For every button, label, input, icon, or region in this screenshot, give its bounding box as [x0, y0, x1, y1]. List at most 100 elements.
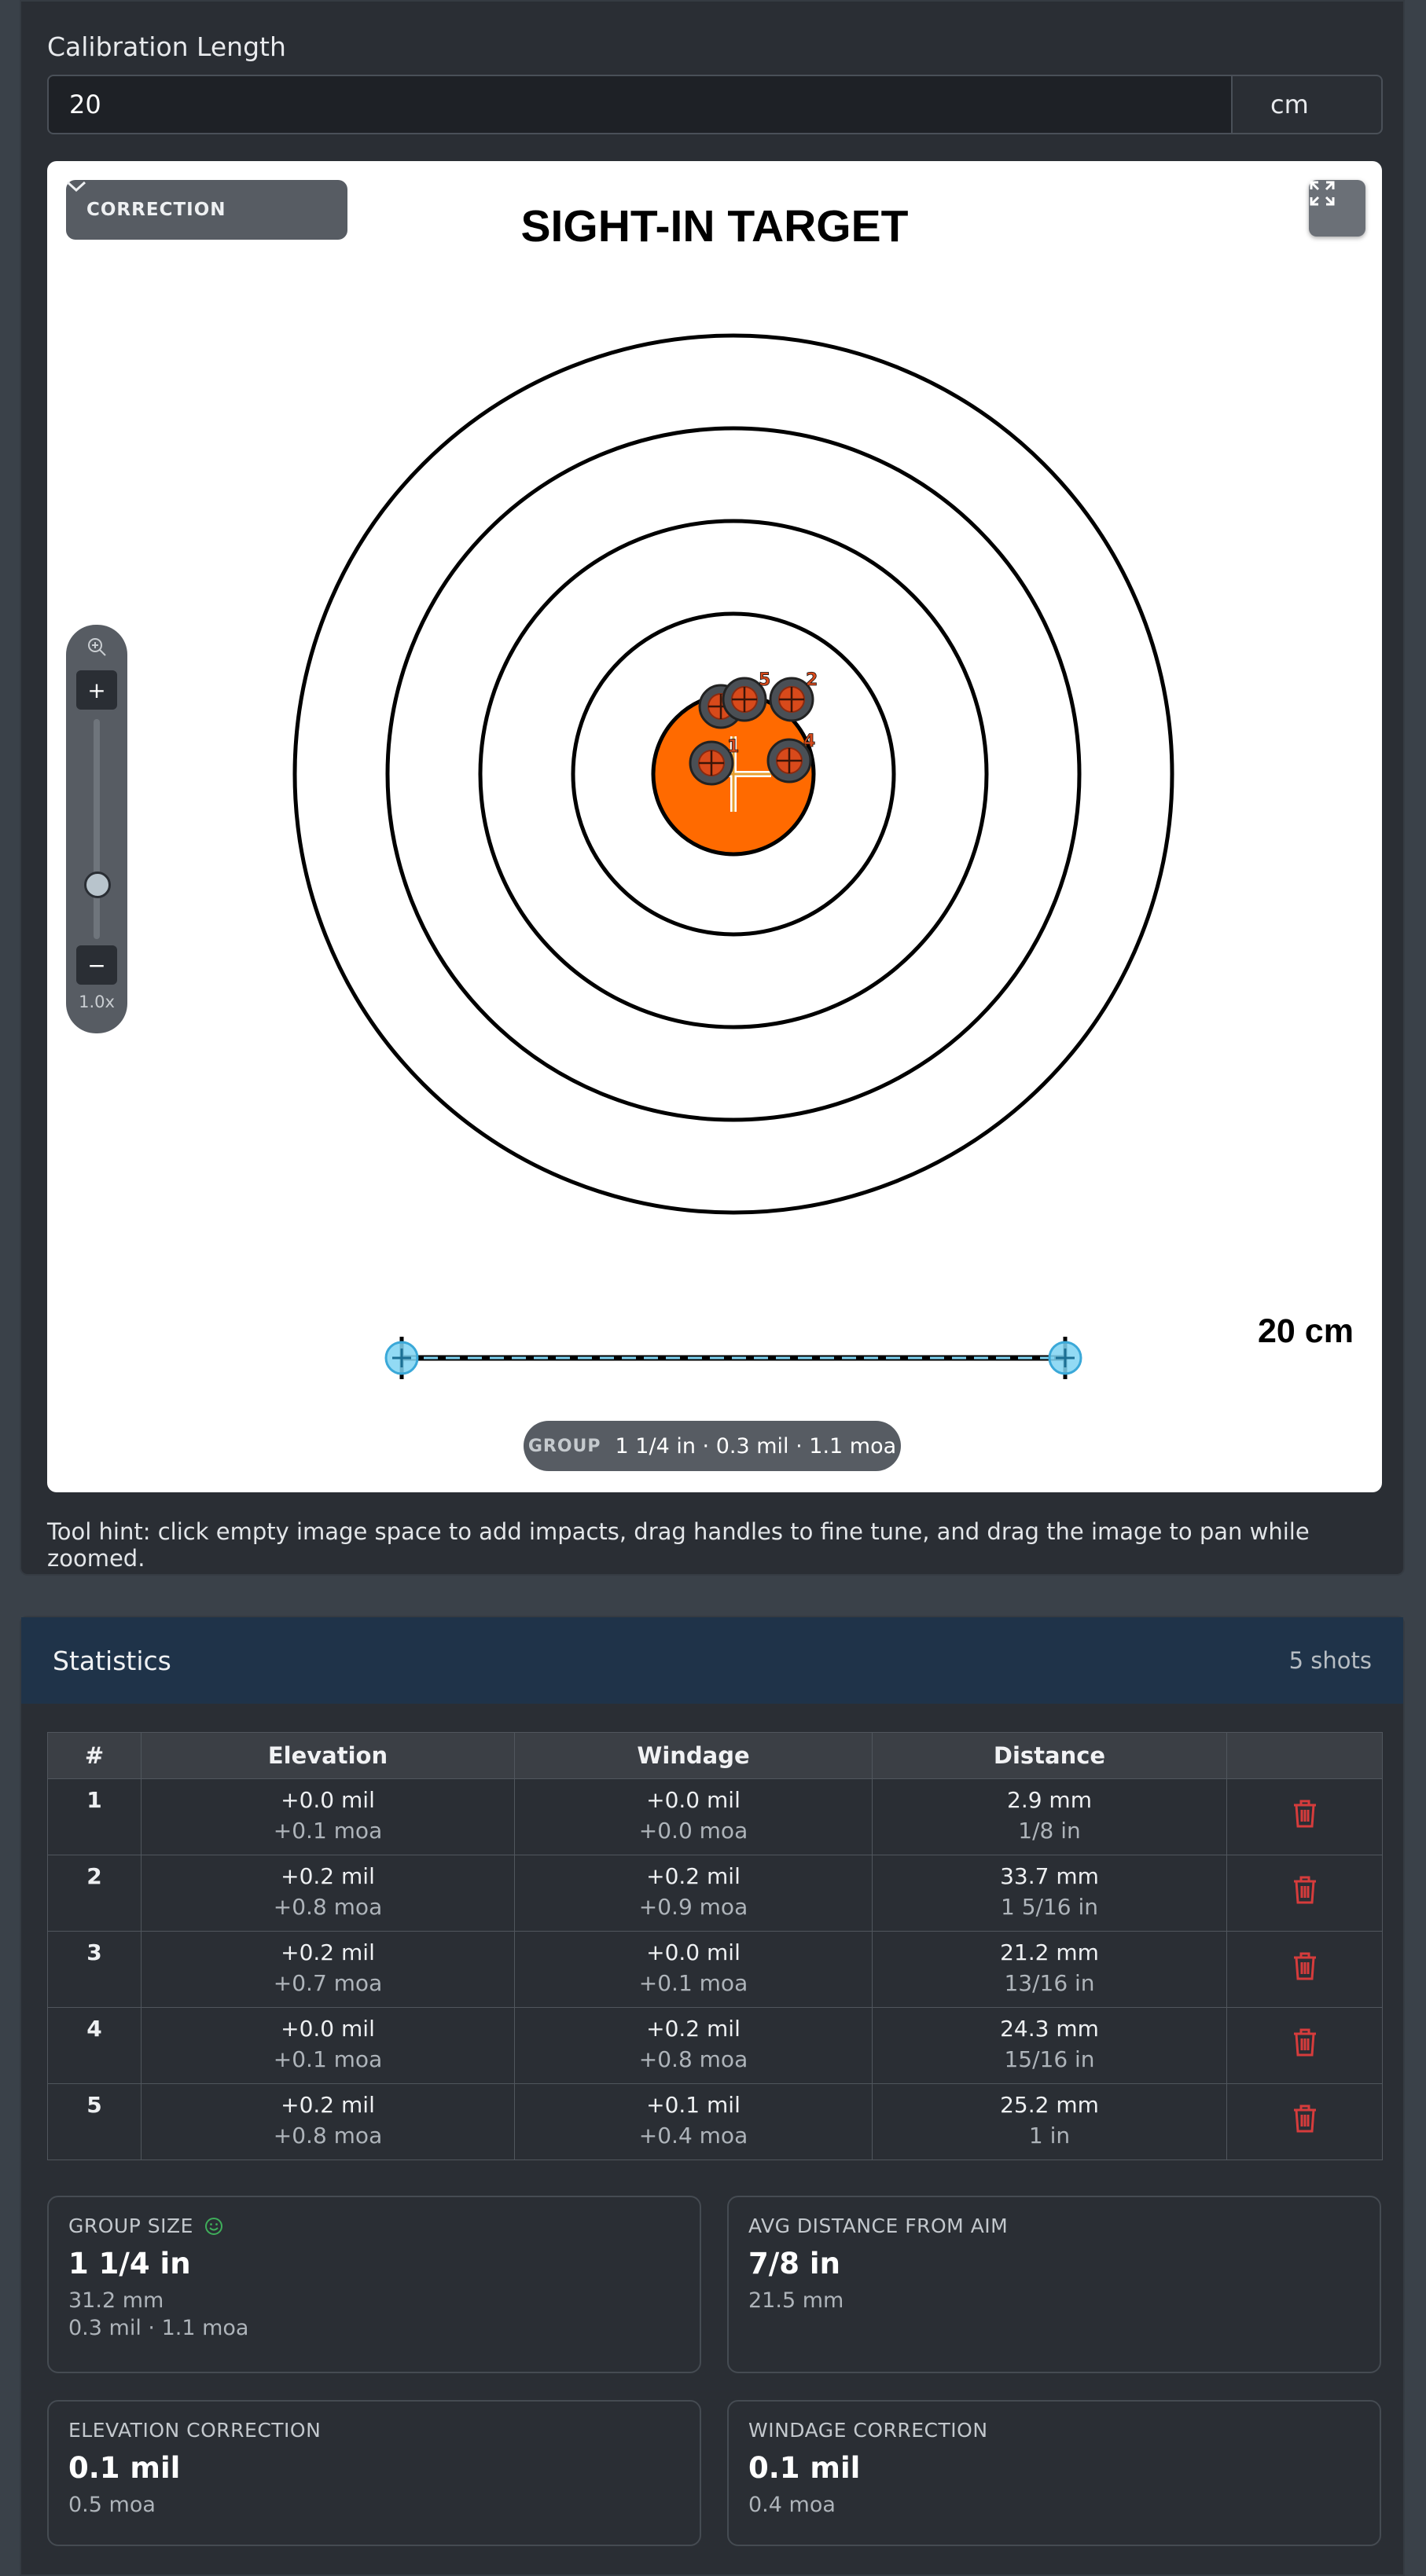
shot-number: 1	[47, 1778, 141, 1855]
mode-select[interactable]: CORRECTION	[66, 180, 347, 240]
calibration-length-label: Calibration Length	[47, 31, 286, 62]
target-canvas[interactable]: 35214 SIGHT-IN TARGET CORRECTION	[47, 161, 1382, 1492]
delete-cell	[1226, 2007, 1383, 2084]
windage-cell: +0.1 mil +0.4 moa	[514, 2083, 873, 2160]
shot-number: 2	[47, 1855, 141, 1932]
delete-cell	[1226, 1855, 1383, 1932]
calibration-panel: Calibration Length 20 cm 35214	[20, 0, 1405, 1576]
distance-cell: 21.2 mm 13/16 in	[872, 1931, 1227, 2008]
expand-icon	[1310, 181, 1335, 206]
windage-moa: +0.9 moa	[638, 1894, 748, 1920]
delete-cell	[1226, 1778, 1383, 1855]
impact-label: 2	[806, 670, 818, 690]
statistics-panel: Statistics 5 shots # Elevation Windage D…	[20, 1616, 1405, 2576]
zoom-out-button[interactable]: −	[76, 945, 117, 985]
trash-icon[interactable]	[1292, 2027, 1318, 2057]
windage-cell: +0.0 mil +0.1 moa	[514, 1931, 873, 2008]
windage-moa: +0.0 moa	[638, 1818, 748, 1844]
zoom-in-button[interactable]: +	[76, 670, 117, 710]
elevation-moa: +0.7 moa	[273, 1970, 383, 1996]
table-row: 4 +0.0 mil +0.1 moa +0.2 mil +0.8 moa 24.3 mm…	[47, 2007, 1383, 2084]
distance-cell: 24.3 mm 15/16 in	[872, 2007, 1227, 2084]
elevation-mil: +0.0 mil	[281, 2016, 375, 2042]
windage-moa: +0.8 moa	[638, 2046, 748, 2072]
distance-cell: 25.2 mm 1 in	[872, 2083, 1227, 2160]
distance-mm: 21.2 mm	[1000, 1939, 1099, 1965]
mode-select-label: CORRECTION	[86, 200, 226, 220]
windage-cell: +0.2 mil +0.8 moa	[514, 2007, 873, 2084]
elevation-correction-value: 0.1 mil	[68, 2451, 181, 2485]
distance-in: 13/16 in	[1004, 1970, 1095, 1996]
calibration-unit-select[interactable]: cm	[1231, 75, 1383, 134]
trash-icon[interactable]	[1292, 1875, 1318, 1905]
zoom-level: 1.0x	[79, 993, 115, 1011]
smiley-icon	[204, 2217, 222, 2235]
shot-number: 3	[47, 1931, 141, 2008]
trash-icon[interactable]	[1292, 2104, 1318, 2134]
elevation-cell: +0.0 mil +0.1 moa	[141, 2007, 515, 2084]
windage-correction-card: WINDAGE CORRECTION 0.1 mil 0.4 moa	[727, 2400, 1381, 2546]
col-header-distance: Distance	[872, 1732, 1227, 1779]
avg-distance-value: 7/8 in	[748, 2247, 840, 2281]
chevron-down-icon	[66, 181, 86, 193]
distance-cell: 33.7 mm 1 5/16 in	[872, 1855, 1227, 1932]
elevation-moa: +0.1 moa	[273, 2046, 383, 2072]
impact-label: 1	[727, 737, 739, 757]
trash-icon[interactable]	[1292, 1799, 1318, 1829]
windage-correction-label: WINDAGE CORRECTION	[748, 2419, 988, 2442]
avg-distance-mm: 21.5 mm	[748, 2288, 844, 2313]
elevation-correction-card: ELEVATION CORRECTION 0.1 mil 0.5 moa	[47, 2400, 701, 2546]
fullscreen-button[interactable]	[1309, 180, 1365, 237]
table-row: 1 +0.0 mil +0.1 moa +0.0 mil +0.0 moa 2.9 mm 1…	[47, 1778, 1383, 1855]
distance-mm: 2.9 mm	[1007, 1787, 1092, 1813]
windage-correction-value: 0.1 mil	[748, 2451, 861, 2485]
elevation-correction-moa: 0.5 moa	[68, 2493, 156, 2517]
elevation-cell: +0.2 mil +0.8 moa	[141, 2083, 515, 2160]
windage-mil: +0.2 mil	[646, 2016, 741, 2042]
table-row: 2 +0.2 mil +0.8 moa +0.2 mil +0.9 moa 33.7 mm…	[47, 1855, 1383, 1932]
elevation-mil: +0.2 mil	[281, 1939, 375, 1965]
calibration-length-input[interactable]: 20	[47, 75, 1233, 134]
distance-mm: 24.3 mm	[1000, 2016, 1099, 2042]
elevation-mil: +0.2 mil	[281, 2092, 375, 2118]
distance-in: 1 5/16 in	[1000, 1894, 1099, 1920]
windage-cell: +0.0 mil +0.0 moa	[514, 1778, 873, 1855]
group-size-pill: GROUP 1 1/4 in · 0.3 mil · 1.1 moa	[524, 1421, 901, 1471]
elevation-cell: +0.2 mil +0.8 moa	[141, 1855, 515, 1932]
zoom-slider[interactable]	[94, 719, 100, 939]
col-header-windage: Windage	[514, 1732, 873, 1779]
elevation-moa: +0.8 moa	[273, 2123, 383, 2149]
trash-icon[interactable]	[1292, 1951, 1318, 1981]
elevation-mil: +0.0 mil	[281, 1787, 375, 1813]
windage-mil: +0.0 mil	[646, 1939, 741, 1965]
windage-mil: +0.2 mil	[646, 1863, 741, 1889]
delete-cell	[1226, 2083, 1383, 2160]
zoom-control: + − 1.0x	[66, 625, 127, 1033]
elevation-cell: +0.0 mil +0.1 moa	[141, 1778, 515, 1855]
target-graphic: 35214	[292, 333, 1174, 1379]
zoom-slider-thumb[interactable]	[84, 872, 111, 898]
distance-mm: 33.7 mm	[1000, 1863, 1099, 1889]
col-header-actions	[1226, 1732, 1383, 1779]
calibration-handle-left	[384, 1341, 419, 1375]
group-size-label: GROUP SIZE	[68, 2215, 193, 2237]
statistics-title: Statistics	[53, 1645, 171, 1676]
statistics-header: Statistics 5 shots	[21, 1617, 1403, 1704]
distance-mm: 25.2 mm	[1000, 2092, 1099, 2118]
windage-correction-moa: 0.4 moa	[748, 2493, 836, 2517]
shot-number: 5	[47, 2083, 141, 2160]
group-pill-label: GROUP	[527, 1436, 601, 1456]
calibration-scale-label: 20 cm	[1258, 1312, 1354, 1350]
impact-marker-2[interactable]: 2	[769, 670, 818, 722]
windage-mil: +0.1 mil	[646, 2092, 741, 2118]
windage-mil: +0.0 mil	[646, 1787, 741, 1813]
elevation-cell: +0.2 mil +0.7 moa	[141, 1931, 515, 2008]
group-size-angular: 0.3 mil · 1.1 moa	[68, 2316, 249, 2340]
windage-cell: +0.2 mil +0.9 moa	[514, 1855, 873, 1932]
table-row: 5 +0.2 mil +0.8 moa +0.1 mil +0.4 moa 25.2 mm…	[47, 2083, 1383, 2160]
distance-in: 15/16 in	[1004, 2046, 1095, 2072]
calibration-line	[399, 1337, 1068, 1379]
tool-hint: Tool hint: click empty image space to ad…	[47, 1518, 1310, 1572]
group-size-value: 1 1/4 in	[68, 2247, 191, 2281]
distance-in: 1 in	[1028, 2123, 1071, 2149]
